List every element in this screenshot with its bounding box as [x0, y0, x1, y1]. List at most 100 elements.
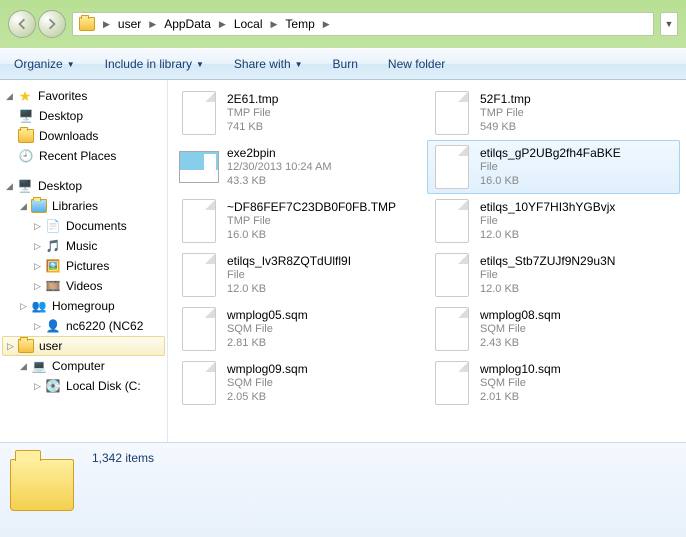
document-icon — [432, 251, 472, 299]
file-size: 2.05 KB — [227, 391, 308, 405]
chevron-right-icon[interactable]: ▶ — [219, 19, 226, 30]
address-bar: ▶ user ▶ AppData ▶ Local ▶ Temp ▶ ▼ — [0, 0, 686, 48]
file-name: wmplog10.sqm — [480, 362, 561, 377]
file-name: 2E61.tmp — [227, 92, 278, 107]
sidebar-item-documents[interactable]: ▷📄Documents — [0, 216, 167, 236]
sidebar-item-desktop[interactable]: 🖥️Desktop — [0, 106, 167, 126]
chevron-right-icon[interactable]: ▶ — [149, 19, 156, 30]
file-meta: etilqs_gP2UBg2fh4FaBKEFile16.0 KB — [480, 146, 621, 189]
computer-label: Computer — [52, 359, 105, 373]
pictures-icon: 🖼️ — [45, 258, 61, 274]
file-size: 12.0 KB — [227, 283, 351, 297]
file-meta: wmplog08.sqmSQM File2.43 KB — [480, 308, 561, 351]
sidebar-item-recent[interactable]: 🕘 Recent Places — [0, 146, 167, 166]
recent-icon: 🕘 — [18, 148, 34, 164]
collapse-icon: ◢ — [4, 181, 15, 192]
sidebar-item-localdisk[interactable]: ▷💽Local Disk (C: — [0, 376, 167, 396]
toolbar: Organize▼ Include in library▼ Share with… — [0, 48, 686, 80]
nav-buttons — [8, 10, 66, 38]
collapse-icon: ◢ — [4, 91, 15, 102]
chevron-down-icon: ▼ — [196, 60, 204, 69]
folder-large-icon — [10, 449, 80, 519]
file-item[interactable]: etilqs_Stb7ZUJf9N29u3NFile12.0 KB — [427, 248, 680, 302]
file-type: SQM File — [480, 377, 561, 391]
file-list[interactable]: 2E61.tmpTMP File741 KB 52F1.tmpTMP File54… — [168, 80, 686, 442]
document-icon — [432, 197, 472, 245]
desktop-icon: 🖥️ — [18, 108, 34, 124]
file-type: SQM File — [227, 377, 308, 391]
collapse-icon: ◢ — [18, 361, 29, 372]
breadcrumb-segment[interactable]: user — [114, 15, 145, 33]
document-icon — [432, 143, 472, 191]
file-item[interactable]: wmplog09.sqmSQM File2.05 KB — [174, 356, 427, 410]
document-icon — [179, 251, 219, 299]
file-type: TMP File — [227, 215, 396, 229]
file-item[interactable]: 52F1.tmpTMP File549 KB — [427, 86, 680, 140]
sidebar-item-pictures[interactable]: ▷🖼️Pictures — [0, 256, 167, 276]
file-type: TMP File — [480, 107, 531, 121]
documents-icon: 📄 — [45, 218, 61, 234]
organize-button[interactable]: Organize▼ — [8, 53, 81, 75]
file-type: SQM File — [227, 323, 308, 337]
favorites-header[interactable]: ◢★Favorites — [0, 86, 167, 106]
new-folder-button[interactable]: New folder — [382, 53, 451, 75]
file-name: etilqs_gP2UBg2fh4FaBKE — [480, 146, 621, 161]
document-icon — [179, 305, 219, 353]
forward-button[interactable] — [38, 10, 66, 38]
chevron-right-icon[interactable]: ▶ — [103, 19, 110, 30]
share-label: Share with — [234, 57, 291, 71]
address-dropdown[interactable]: ▼ — [660, 12, 678, 36]
file-name: exe2bpin — [227, 146, 332, 161]
sidebar-item-label: Pictures — [66, 259, 109, 273]
sidebar-item-label: nc6220 (NC62 — [66, 319, 143, 333]
collapse-icon: ◢ — [18, 201, 29, 212]
file-item[interactable]: ~DF86FEF7C23DB0F0FB.TMPTMP File16.0 KB — [174, 194, 427, 248]
sidebar-item-label: Local Disk (C: — [66, 379, 141, 393]
breadcrumb-segment[interactable]: AppData — [160, 15, 215, 33]
sidebar-item-label: user — [39, 339, 62, 353]
sidebar-item-label: Downloads — [39, 129, 98, 143]
sidebar-item-user[interactable]: ▷ user — [2, 336, 165, 356]
file-size: 43.3 KB — [227, 175, 332, 189]
breadcrumb-segment[interactable]: Temp — [281, 15, 318, 33]
computer-header[interactable]: ◢💻Computer — [0, 356, 167, 376]
document-icon — [432, 305, 472, 353]
include-library-button[interactable]: Include in library▼ — [99, 53, 210, 75]
chevron-right-icon[interactable]: ▶ — [323, 19, 330, 30]
file-item[interactable]: exe2bpin12/30/2013 10:24 AM43.3 KB — [174, 140, 427, 194]
sidebar-item-homegroup[interactable]: ▷👥Homegroup — [0, 296, 167, 316]
file-name: wmplog08.sqm — [480, 308, 561, 323]
breadcrumb[interactable]: ▶ user ▶ AppData ▶ Local ▶ Temp ▶ — [72, 12, 654, 36]
folder-icon — [77, 14, 97, 34]
file-meta: 2E61.tmpTMP File741 KB — [227, 92, 278, 135]
sidebar-item-nc6220[interactable]: ▷👤nc6220 (NC62 — [0, 316, 167, 336]
desktop-header[interactable]: ◢🖥️Desktop — [0, 176, 167, 196]
chevron-right-icon[interactable]: ▶ — [271, 19, 278, 30]
burn-label: Burn — [333, 57, 358, 71]
sidebar-item-music[interactable]: ▷🎵Music — [0, 236, 167, 256]
expand-icon: ▷ — [5, 341, 16, 352]
file-size: 2.81 KB — [227, 337, 308, 351]
breadcrumb-segment[interactable]: Local — [230, 15, 267, 33]
file-type: File — [480, 269, 615, 283]
file-item[interactable]: etilqs_gP2UBg2fh4FaBKEFile16.0 KB — [427, 140, 680, 194]
expand-icon: ▷ — [32, 281, 43, 292]
file-item[interactable]: wmplog10.sqmSQM File2.01 KB — [427, 356, 680, 410]
file-item[interactable]: wmplog05.sqmSQM File2.81 KB — [174, 302, 427, 356]
share-button[interactable]: Share with▼ — [228, 53, 309, 75]
music-icon: 🎵 — [45, 238, 61, 254]
sidebar-item-label: Videos — [66, 279, 102, 293]
back-button[interactable] — [8, 10, 36, 38]
sidebar-item-label: Recent Places — [39, 149, 116, 163]
file-meta: etilqs_Stb7ZUJf9N29u3NFile12.0 KB — [480, 254, 615, 297]
libraries-icon — [31, 198, 47, 214]
burn-button[interactable]: Burn — [327, 53, 364, 75]
file-meta: etilqs_10YF7HI3hYGBvjxFile12.0 KB — [480, 200, 615, 243]
libraries-header[interactable]: ◢Libraries — [0, 196, 167, 216]
file-item[interactable]: etilqs_Iv3R8ZQTdUlfl9IFile12.0 KB — [174, 248, 427, 302]
sidebar-item-videos[interactable]: ▷🎞️Videos — [0, 276, 167, 296]
file-item[interactable]: wmplog08.sqmSQM File2.43 KB — [427, 302, 680, 356]
file-item[interactable]: etilqs_10YF7HI3hYGBvjxFile12.0 KB — [427, 194, 680, 248]
file-item[interactable]: 2E61.tmpTMP File741 KB — [174, 86, 427, 140]
sidebar-item-downloads[interactable]: Downloads — [0, 126, 167, 146]
